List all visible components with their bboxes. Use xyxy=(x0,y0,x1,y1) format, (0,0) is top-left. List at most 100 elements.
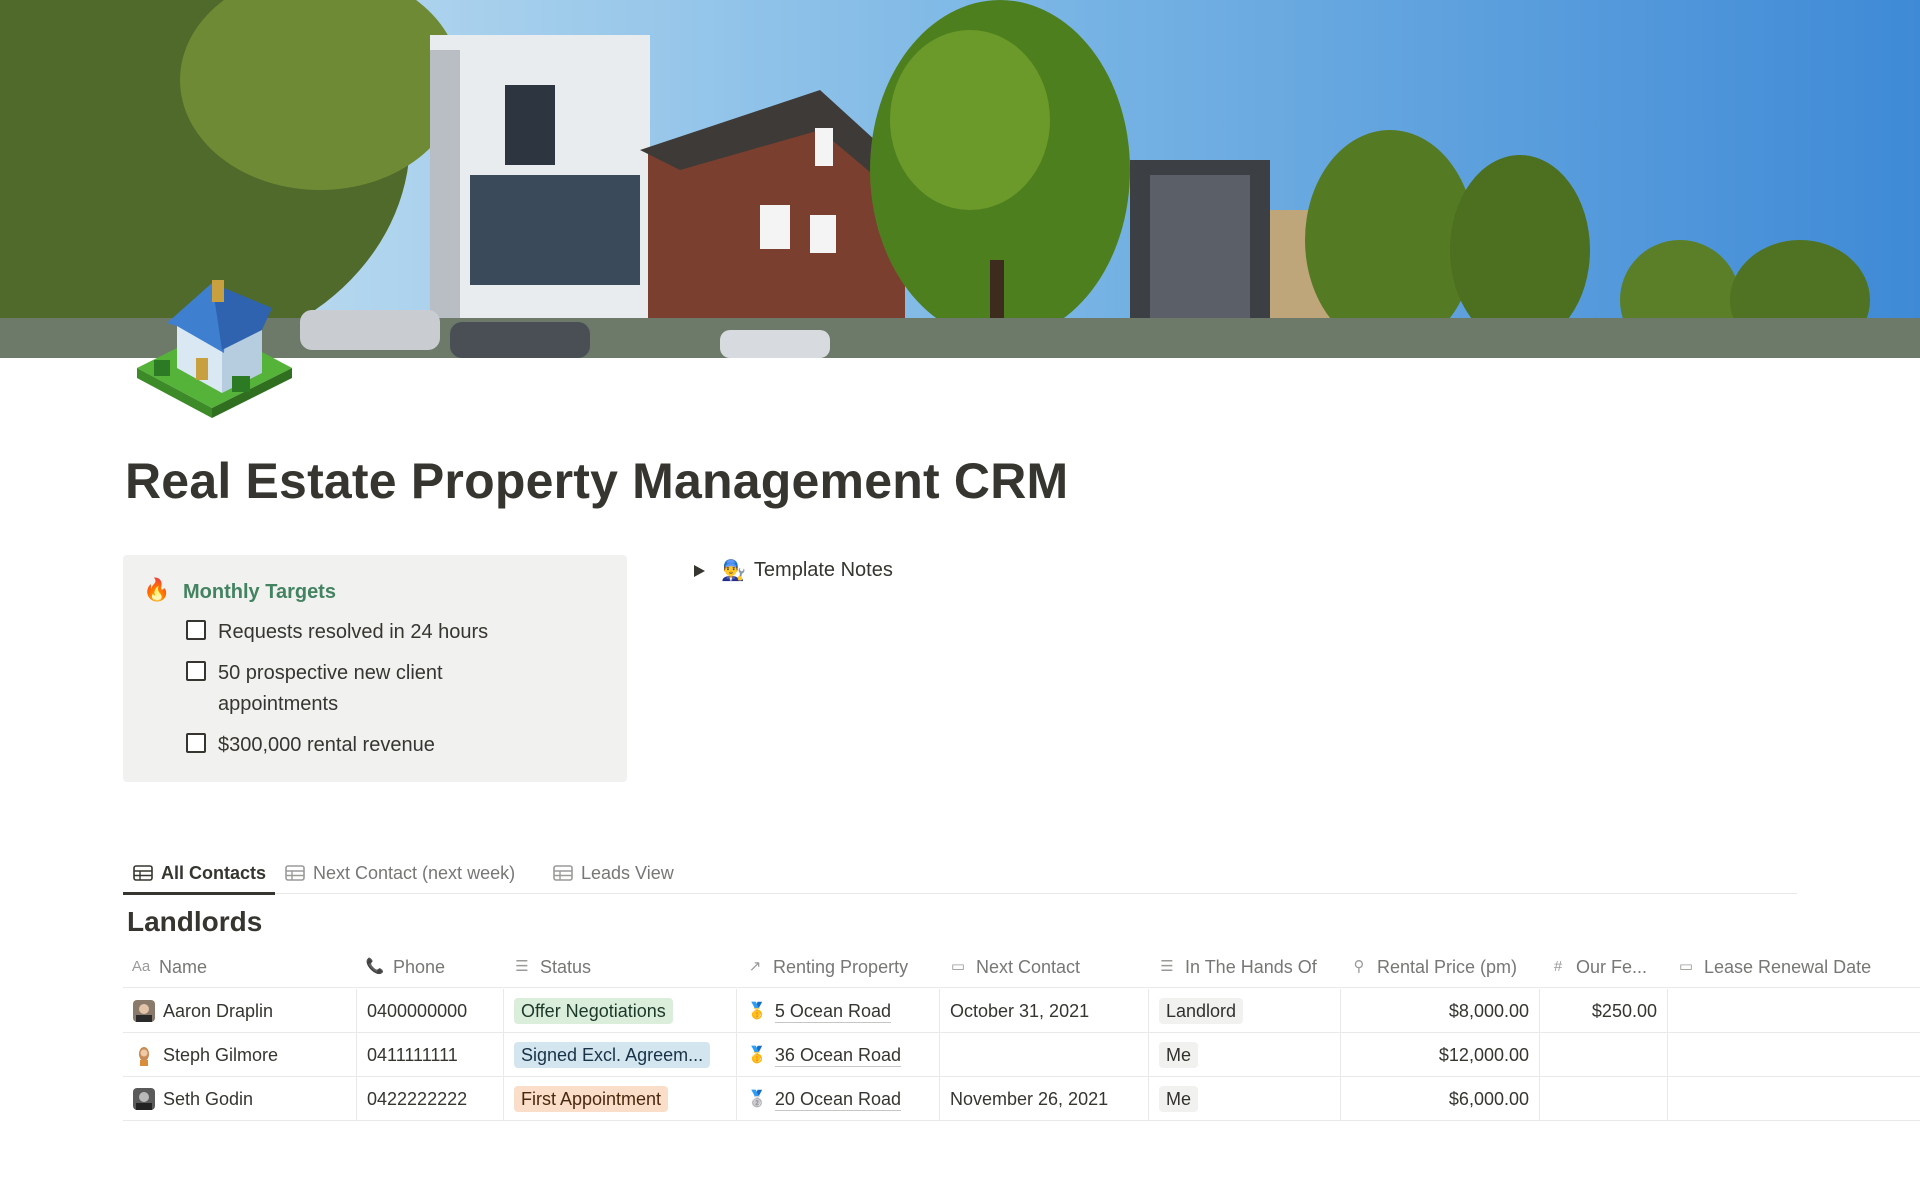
list-icon: ☰ xyxy=(515,958,529,975)
column-label: Our Fe... xyxy=(1576,956,1648,977)
status-cell[interactable]: First Appointment xyxy=(504,1077,737,1121)
hands-badge: Me xyxy=(1159,1086,1199,1112)
tab-label: Next Contact (next week) xyxy=(313,862,516,883)
gold-medal-icon: 🥇 xyxy=(747,1047,767,1064)
column-label: Next Contact xyxy=(976,956,1081,977)
next-contact-cell[interactable]: November 26, 2021 xyxy=(940,1077,1149,1121)
view-tabs: All Contacts Next Contact (next week) Le… xyxy=(123,852,1797,895)
column-label: Phone xyxy=(393,956,446,977)
status-badge: Offer Negotiations xyxy=(514,998,673,1024)
price-cell[interactable]: $6,000.00 xyxy=(1341,1077,1540,1121)
tab-leads-view[interactable]: Leads View xyxy=(543,852,674,894)
property-link[interactable]: 5 Ocean Road xyxy=(774,1000,891,1023)
hands-cell[interactable]: Me xyxy=(1149,1033,1341,1077)
name-cell[interactable]: Steph Gilmore xyxy=(123,1033,357,1077)
column-label: Renting Property xyxy=(773,956,909,977)
todo-item: $300,000 rental revenue xyxy=(186,730,548,761)
column-header-next-contact[interactable]: ▭ Next Contact xyxy=(940,946,1148,988)
contact-name: Steph Gilmore xyxy=(163,1044,279,1065)
todo-text: $300,000 rental revenue xyxy=(218,734,435,756)
gold-medal-icon: 🥇 xyxy=(747,1003,767,1020)
column-header-name[interactable]: Aa Name xyxy=(123,946,356,988)
table-header: Aa Name 📞 Phone ☰ Status ↗ Renting Prope… xyxy=(123,946,1920,988)
fee-cell[interactable] xyxy=(1540,1077,1668,1121)
calendar-icon: ▭ xyxy=(1678,958,1694,975)
renewal-cell[interactable] xyxy=(1668,1033,1920,1077)
name-cell[interactable]: Aaron Draplin xyxy=(123,989,357,1033)
todo-text: Requests resolved in 24 hours xyxy=(218,621,489,643)
column-header-rental-price[interactable]: ⚲ Rental Price (pm) xyxy=(1341,946,1539,988)
column-label: Name xyxy=(159,956,208,977)
next-contact-cell[interactable]: October 31, 2021 xyxy=(940,989,1149,1033)
column-label: Status xyxy=(540,956,592,977)
property-link[interactable]: 36 Ocean Road xyxy=(774,1044,902,1067)
renewal-cell[interactable] xyxy=(1668,989,1920,1033)
text-property-icon: Aa xyxy=(131,958,151,975)
price-cell[interactable]: $8,000.00 xyxy=(1341,989,1540,1033)
template-notes-toggle[interactable]: 👨‍🔧 Template Notes xyxy=(694,558,893,583)
next-contact-cell[interactable] xyxy=(940,1033,1149,1077)
tab-next-contact[interactable]: Next Contact (next week) xyxy=(275,852,515,894)
list-icon: ☰ xyxy=(1160,958,1174,975)
column-header-phone[interactable]: 📞 Phone xyxy=(357,946,503,988)
tab-all-contacts[interactable]: All Contacts xyxy=(123,852,275,895)
hands-cell[interactable]: Me xyxy=(1149,1077,1341,1121)
avatar xyxy=(133,1000,155,1022)
column-header-renting-property[interactable]: ↗ Renting Property xyxy=(737,946,939,988)
toggle-label: Template Notes xyxy=(753,559,893,581)
calendar-icon: ▭ xyxy=(950,958,966,975)
column-header-in-the-hands-of[interactable]: ☰ In The Hands Of xyxy=(1149,946,1340,988)
avatar xyxy=(133,1044,155,1066)
page-title: Real Estate Property Management CRM xyxy=(125,453,1069,509)
todo-item: Requests resolved in 24 hours xyxy=(186,617,548,648)
todo-checkbox[interactable] xyxy=(186,661,206,681)
table-row[interactable]: Aaron Draplin 0400000000 Offer Negotiati… xyxy=(123,989,1920,1033)
toggle-triangle-icon[interactable] xyxy=(694,564,705,577)
hash-icon: # xyxy=(1553,958,1563,975)
status-cell[interactable]: Signed Excl. Agreem... xyxy=(504,1033,737,1077)
fee-cell[interactable]: $250.00 xyxy=(1540,989,1668,1033)
silver-medal-icon: 🥈 xyxy=(747,1091,767,1108)
fire-icon: 🔥 xyxy=(143,577,171,602)
status-cell[interactable]: Offer Negotiations xyxy=(504,989,737,1033)
todo-checkbox[interactable] xyxy=(186,733,206,753)
hands-badge: Landlord xyxy=(1159,998,1244,1024)
property-cell[interactable]: 🥇 36 Ocean Road xyxy=(737,1033,940,1077)
phone-icon: 📞 xyxy=(365,958,385,975)
property-cell[interactable]: 🥇 5 Ocean Road xyxy=(737,989,940,1033)
table-icon xyxy=(553,865,573,881)
property-link[interactable]: 20 Ocean Road xyxy=(774,1088,902,1111)
tab-label: Leads View xyxy=(581,862,674,883)
avatar xyxy=(133,1088,155,1110)
table-icon xyxy=(285,865,305,881)
phone-cell[interactable]: 0411111111 xyxy=(357,1033,504,1077)
fee-cell[interactable] xyxy=(1540,1033,1668,1077)
column-label: Rental Price (pm) xyxy=(1377,956,1518,977)
table-row[interactable]: Seth Godin 0422222222 First Appointment … xyxy=(123,1077,1920,1121)
phone-cell[interactable]: 0422222222 xyxy=(357,1077,504,1121)
column-header-our-fee[interactable]: # Our Fe... xyxy=(1540,946,1667,988)
column-label: Lease Renewal Date xyxy=(1704,956,1872,977)
table-row[interactable]: Steph Gilmore 0411111111 Signed Excl. Ag… xyxy=(123,1033,1920,1077)
hands-badge: Me xyxy=(1159,1042,1199,1068)
todo-item: 50 prospective new client appointments xyxy=(186,658,548,720)
contact-name: Seth Godin xyxy=(163,1088,254,1109)
name-cell[interactable]: Seth Godin xyxy=(123,1077,357,1121)
status-badge: First Appointment xyxy=(514,1086,669,1112)
column-header-lease-renewal[interactable]: ▭ Lease Renewal Date xyxy=(1668,946,1920,988)
relation-arrow-icon: ↗ xyxy=(748,958,762,975)
callout-title: Monthly Targets xyxy=(183,581,336,603)
renewal-cell[interactable] xyxy=(1668,1077,1920,1121)
hands-cell[interactable]: Landlord xyxy=(1149,989,1341,1033)
todo-checkbox[interactable] xyxy=(186,620,206,640)
phone-cell[interactable]: 0400000000 xyxy=(357,989,504,1033)
table-icon xyxy=(133,865,153,881)
monthly-targets-callout: 🔥 Monthly Targets Requests resolved in 2… xyxy=(123,555,627,782)
property-cell[interactable]: 🥈 20 Ocean Road xyxy=(737,1077,940,1121)
column-header-status[interactable]: ☰ Status xyxy=(504,946,736,988)
contact-name: Aaron Draplin xyxy=(163,1000,274,1021)
house-icon[interactable] xyxy=(132,268,298,428)
price-cell[interactable]: $12,000.00 xyxy=(1341,1033,1540,1077)
column-label: In The Hands Of xyxy=(1185,956,1317,977)
search-icon: ⚲ xyxy=(1353,958,1365,975)
